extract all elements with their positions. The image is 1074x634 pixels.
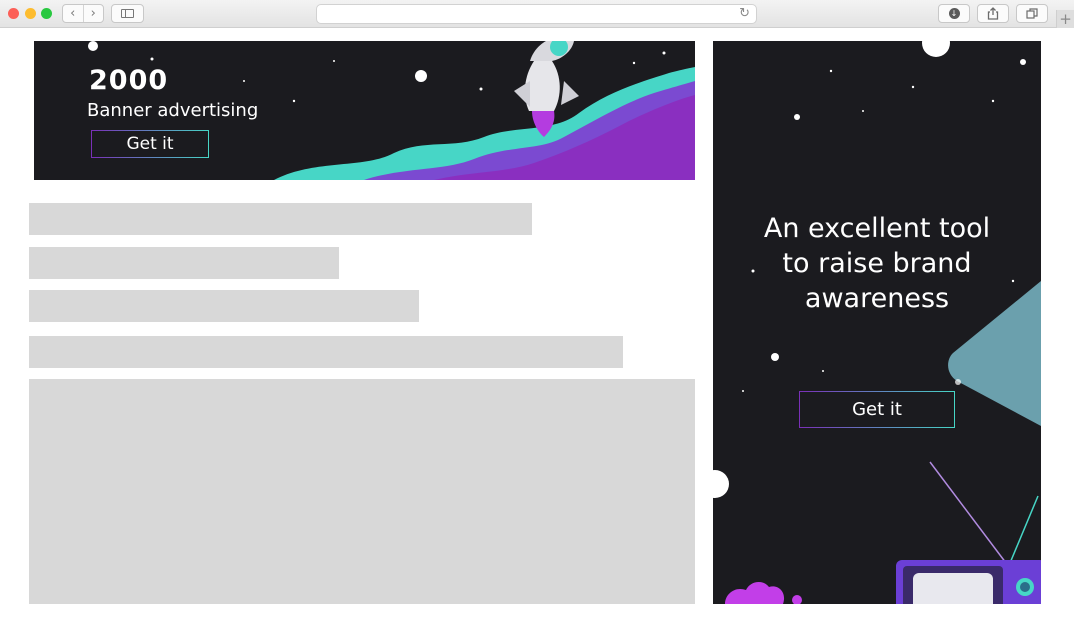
side-headline-line: to raise brand [782,248,972,279]
side-headline-line: awareness [804,283,950,314]
chevron-left-icon: ‹ [70,6,76,21]
back-button[interactable]: ‹ [63,5,83,22]
content-placeholder-line [29,336,623,368]
side-banner-get-it-button[interactable]: Get it [799,391,955,428]
share-button[interactable] [977,4,1009,23]
top-banner-ad[interactable]: 2000 Banner advertising Get it [34,41,695,180]
content-placeholder-line [29,290,419,322]
show-sidebar-button[interactable] [111,4,144,23]
minimize-window-button[interactable] [25,8,36,19]
top-banner-get-it-button[interactable]: Get it [91,130,209,158]
side-banner-headline: An excellent tool to raise brand awarene… [713,211,1041,316]
content-placeholder-line [29,203,532,235]
web-page: 2000 Banner advertising Get it An excell… [0,29,1074,604]
tab-overview-button[interactable] [1016,4,1048,23]
tabs-icon [1026,8,1038,19]
address-bar[interactable]: ↻ [316,4,757,24]
banner-subtitle: Banner advertising [87,100,259,121]
share-icon [987,7,999,20]
downloads-button[interactable]: ↓ [938,4,970,23]
content-placeholder-block [29,379,695,604]
history-nav: ‹ › [62,4,104,23]
sidebar-icon [121,9,134,18]
banner-headline-number: 2000 [89,65,169,96]
browser-toolbar: ‹ › ↻ ↓ + [0,0,1074,28]
reload-icon[interactable]: ↻ [739,6,750,21]
side-headline-line: An excellent tool [763,213,991,244]
content-placeholder-line [29,247,339,279]
new-tab-button[interactable]: + [1056,10,1074,28]
forward-button[interactable]: › [82,5,104,22]
zoom-window-button[interactable] [41,8,52,19]
side-banner-illustration [713,41,1041,604]
chevron-right-icon: › [90,6,96,21]
side-banner-ad[interactable]: An excellent tool to raise brand awarene… [713,41,1041,604]
download-icon: ↓ [948,8,960,19]
close-window-button[interactable] [8,8,19,19]
